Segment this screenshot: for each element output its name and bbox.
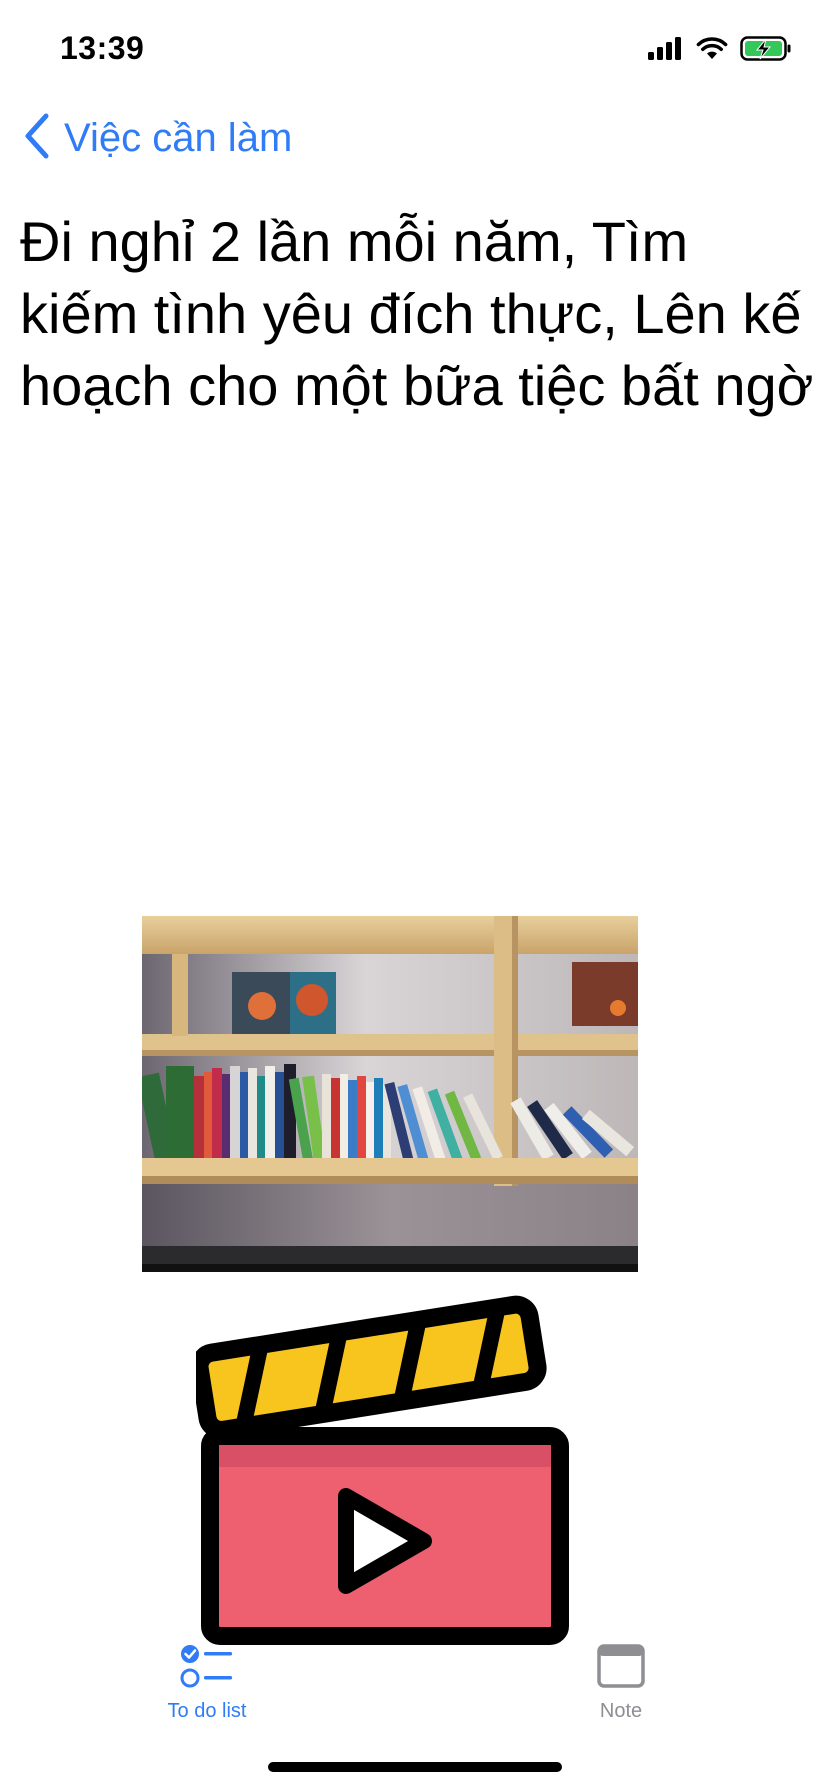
checklist-icon	[180, 1640, 234, 1692]
battery-charging-icon	[740, 36, 792, 62]
back-button-label: Việc cần làm	[64, 115, 293, 160]
tab-note[interactable]: Note	[521, 1630, 721, 1730]
window-icon	[596, 1640, 646, 1692]
tab-bar: To do list Note	[0, 1630, 828, 1740]
cellular-signal-icon	[648, 37, 684, 61]
chevron-left-icon	[22, 112, 50, 165]
status-icons	[648, 34, 792, 64]
note-title: Đi nghỉ 2 lần mỗi năm, Tìm kiếm tình yêu…	[20, 210, 814, 417]
wifi-icon	[696, 37, 728, 61]
status-time: 13:39	[60, 30, 145, 66]
tab-todo-list-label: To do list	[167, 1700, 247, 1722]
status-bar: 13:39	[0, 0, 828, 100]
bookshelf-photo	[142, 916, 638, 1272]
home-indicator[interactable]	[268, 1762, 562, 1772]
movie-clapper-icon	[190, 1268, 582, 1654]
tab-todo-list[interactable]: To do list	[107, 1630, 307, 1730]
back-button[interactable]: Việc cần làm	[22, 108, 292, 168]
tab-note-label: Note	[599, 1700, 643, 1722]
